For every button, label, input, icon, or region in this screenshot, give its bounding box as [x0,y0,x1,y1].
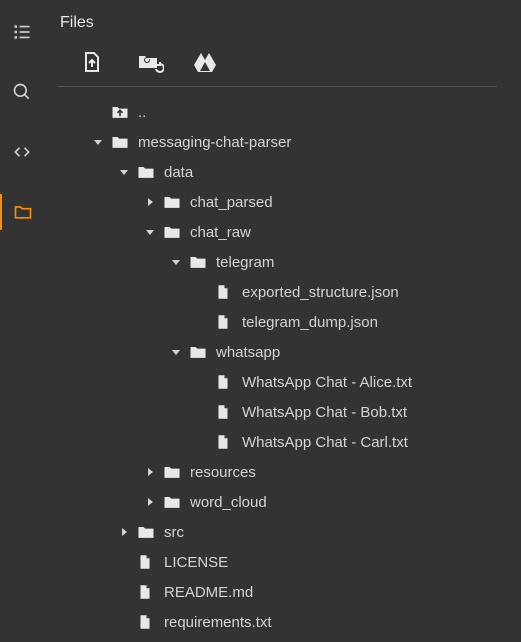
file-icon [214,312,234,332]
folder-icon [162,462,182,482]
folder-icon [162,192,182,212]
tree-row[interactable]: telegram [54,247,521,277]
toc-icon[interactable] [0,14,44,50]
folder-icon [110,132,130,152]
code-icon[interactable] [0,134,44,170]
tree-row[interactable]: word_cloud [54,487,521,517]
mount-drive-button[interactable] [192,50,218,76]
file-icon [136,582,156,602]
file-icon [214,282,234,302]
tree-row[interactable]: telegram_dump.json [54,307,521,337]
tree-item-label: chat_parsed [190,194,273,211]
file-icon [136,612,156,632]
folder-icon [188,252,208,272]
tree-item-label: resources [190,464,256,481]
panel-header: Files [44,0,521,87]
tree-item-label: data [164,164,193,181]
chevron-down-icon[interactable] [168,254,184,270]
chevron-right-icon[interactable] [142,464,158,480]
tree-item-label: chat_raw [190,224,251,241]
tree-row[interactable]: requirements.txt [54,607,521,637]
file-icon [214,432,234,452]
tree-row[interactable]: chat_raw [54,217,521,247]
tree-row[interactable]: WhatsApp Chat - Bob.txt [54,397,521,427]
tree-item-label: WhatsApp Chat - Alice.txt [242,374,412,391]
tree-item-label: .. [138,104,146,121]
tree-row[interactable]: chat_parsed [54,187,521,217]
tree-item-label: WhatsApp Chat - Carl.txt [242,434,408,451]
folder-icon [136,522,156,542]
tree-row[interactable]: LICENSE [54,547,521,577]
search-icon[interactable] [0,74,44,110]
file-tree[interactable]: .. messaging-chat-parser data chat_parsedch… [44,87,521,642]
folder-icon [136,162,156,182]
file-icon [136,552,156,572]
file-icon [214,372,234,392]
refresh-folder-button[interactable] [136,50,162,76]
chevron-right-icon[interactable] [142,494,158,510]
tree-row[interactable]: .. [54,97,521,127]
tree-row[interactable]: exported_structure.json [54,277,521,307]
tree-row[interactable]: data [54,157,521,187]
tree-row[interactable]: whatsapp [54,337,521,367]
folder-icon[interactable] [0,194,44,230]
tree-item-label: messaging-chat-parser [138,134,291,151]
tree-item-label: requirements.txt [164,614,272,631]
chevron-down-icon[interactable] [168,344,184,360]
chevron-right-icon[interactable] [142,194,158,210]
upload-file-button[interactable] [80,50,106,76]
folder-icon [162,222,182,242]
chevron-right-icon[interactable] [116,524,132,540]
folder-icon [188,342,208,362]
tree-item-label: telegram_dump.json [242,314,378,331]
tree-row[interactable]: README.md [54,577,521,607]
chevron-down-icon[interactable] [116,164,132,180]
tree-row[interactable]: src [54,517,521,547]
chevron-down-icon[interactable] [142,224,158,240]
tree-item-label: LICENSE [164,554,228,571]
file-icon [214,402,234,422]
toolbar [58,32,497,87]
parent-folder-icon [110,102,130,122]
tree-item-label: word_cloud [190,494,267,511]
tree-row[interactable]: messaging-chat-parser [54,127,521,157]
tree-item-label: exported_structure.json [242,284,399,301]
files-panel: Files .. messaging-chat-parser data chat_pa… [44,0,521,642]
chevron-down-icon[interactable] [90,134,106,150]
folder-icon [162,492,182,512]
tree-item-label: whatsapp [216,344,280,361]
tree-row[interactable]: WhatsApp Chat - Carl.txt [54,427,521,457]
panel-title: Files [58,14,507,32]
tree-item-label: README.md [164,584,253,601]
tree-item-label: telegram [216,254,274,271]
left-sidebar [0,0,44,642]
tree-item-label: WhatsApp Chat - Bob.txt [242,404,407,421]
tree-row[interactable]: resources [54,457,521,487]
tree-item-label: src [164,524,184,541]
tree-row[interactable]: WhatsApp Chat - Alice.txt [54,367,521,397]
